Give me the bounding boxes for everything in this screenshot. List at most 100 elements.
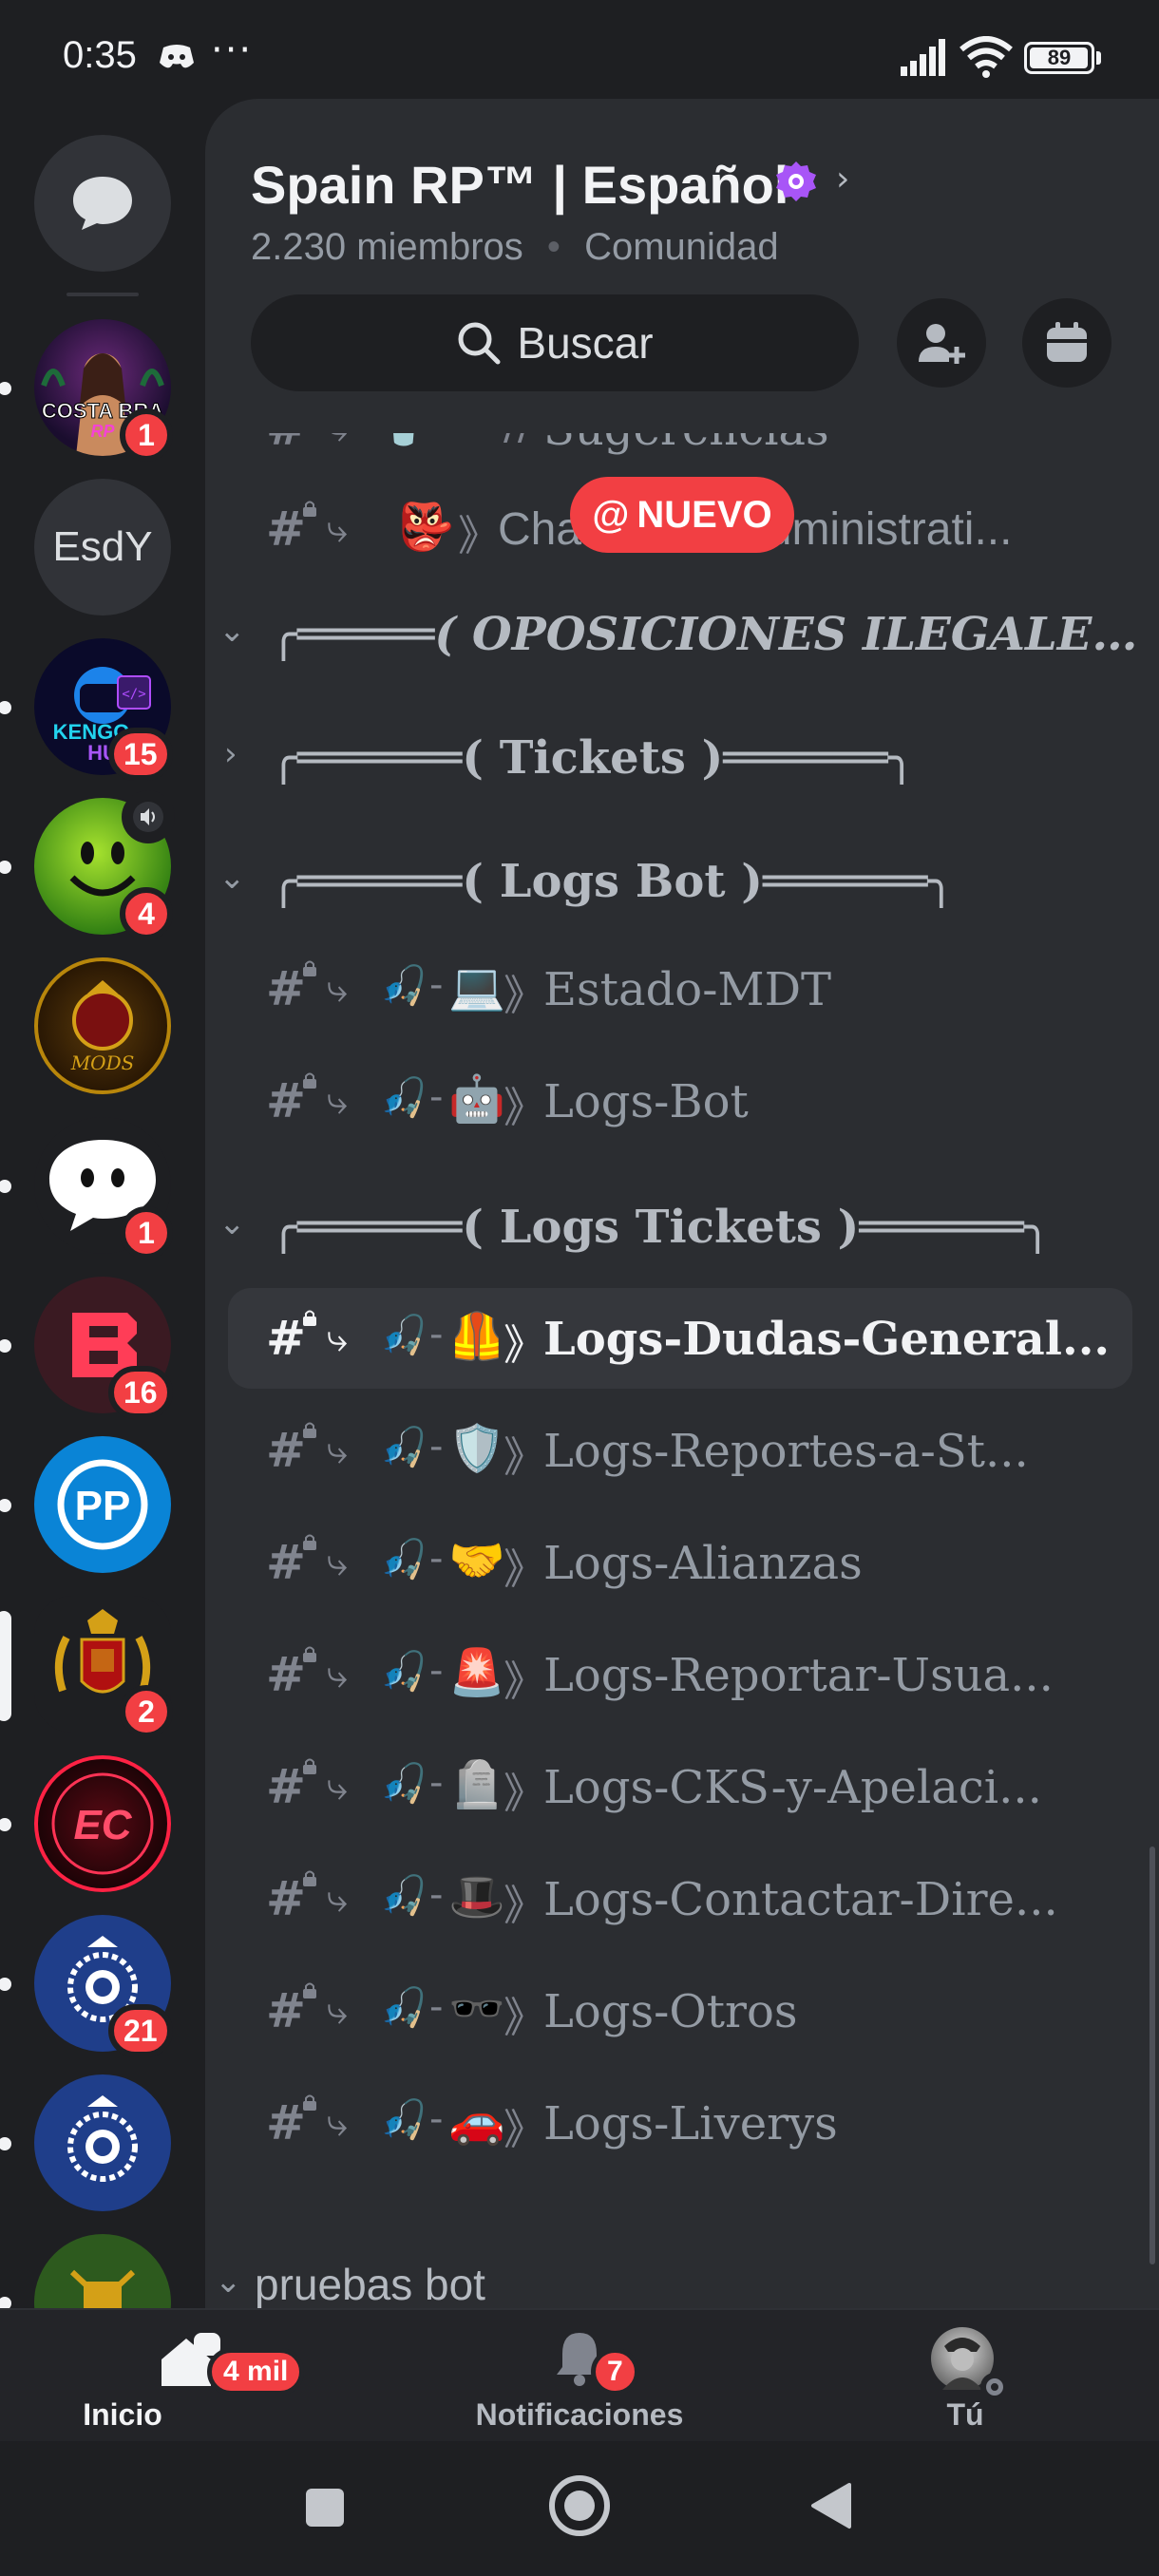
recents-button[interactable] [306, 2489, 344, 2527]
back-button[interactable] [809, 2481, 853, 2530]
locked-channel-icon: # [266, 961, 306, 1016]
nav-notifications-label: Notificaciones [475, 2397, 684, 2432]
unread-indicator [0, 1818, 11, 1831]
battery-level: 89 [1047, 46, 1072, 69]
server-rail: COSTA BRA RP 1 EsdY </> KENGO HU 15 4 MO… [0, 114, 205, 2308]
notifications-badge: 7 [591, 2348, 639, 2396]
channel-logs-bot[interactable]: # ⤷ 🎣 - 🤖 》 Logs-Bot [228, 1051, 1132, 1151]
server-policia-2[interactable] [34, 2074, 171, 2211]
category-oposiciones[interactable]: ⌄ ╭═════( OPOSICIONES ILEGALES )═... [205, 587, 1159, 682]
channel-row[interactable]: # ⤷ 🎣 - 🦺 》 Logs-Dudas-General... [228, 1288, 1132, 1389]
separator-glyph: 》 [458, 512, 500, 560]
branch-arrow: ⤷ [327, 1541, 349, 1584]
mods-crest: MODS [70, 980, 134, 1074]
locked-channel-icon: # [266, 1759, 306, 1814]
lock-icon [303, 1758, 316, 1774]
events-button[interactable] [1022, 298, 1112, 388]
dash: - [429, 1649, 444, 1693]
lock-icon [303, 1310, 316, 1326]
status-time: 0:35 [63, 34, 137, 76]
new-label: NUEVO [636, 493, 772, 536]
separator-glyph: 》 [504, 972, 545, 1020]
locked-channel-icon: # [266, 1871, 306, 1926]
category-logs-tickets[interactable]: ⌄ ╭══════( Logs Tickets )══════╮ [205, 1180, 1159, 1275]
channel-name: Logs-Alianzas [543, 1537, 863, 1590]
locked-channel-icon: # [266, 1073, 306, 1128]
channel-emoji: 💻 [448, 960, 505, 1013]
unread-indicator [0, 1499, 11, 1512]
server-type: Comunidad [584, 226, 779, 268]
locked-channel-icon: # [266, 1983, 306, 2038]
nav-you[interactable]: Tú [823, 2310, 1108, 2443]
nav-home-label: Inicio [83, 2397, 162, 2432]
lock-icon [303, 960, 316, 976]
ec-logo: EC [51, 1772, 154, 1875]
fishing-icon: 🎣 [380, 1650, 428, 1694]
channel-row[interactable]: # ⤷ 🎣 - 🪦 》 Logs-CKS-y-Apelaci... [228, 1736, 1132, 1837]
channel-row[interactable]: # ⤷ 🎣 - 🎩 》 Logs-Contactar-Dire... [228, 1848, 1132, 1949]
mention-badge: 15 [108, 728, 173, 781]
chevron-down-icon: ⌄ [218, 612, 246, 650]
category-name: ╭══════( Tickets )══════╮ [270, 731, 916, 785]
lock-icon [303, 1982, 316, 1998]
server-esdy[interactable]: EsdY [34, 479, 171, 616]
nav-home[interactable]: 4 mil Inicio [49, 2310, 334, 2443]
chevron-down-icon: ⌄ [218, 1204, 246, 1242]
direct-messages-button[interactable] [34, 135, 171, 272]
mention-badge: 2 [120, 1685, 173, 1738]
nav-notifications[interactable]: 7 Notificaciones [437, 2310, 722, 2443]
channel-emoji: 🛡️ [448, 1422, 505, 1475]
server-ec[interactable]: EC [34, 1755, 171, 1892]
scrollbar[interactable] [1150, 1847, 1155, 2264]
battery-tip [1096, 51, 1101, 65]
dash: - [429, 1075, 444, 1119]
separator-glyph: 》 [504, 1770, 545, 1818]
invite-members-button[interactable] [897, 298, 986, 388]
server-name[interactable]: Spain RP™ | Español [251, 154, 788, 216]
branch-arrow: ⤷ [327, 1316, 349, 1360]
branch-arrow: ⤷ [327, 1989, 349, 2033]
unread-indicator [0, 861, 11, 874]
fishing-icon: 🎣 [380, 1076, 428, 1120]
server-guardia[interactable] [34, 2234, 171, 2308]
channel-row[interactable]: # ⤷ 🎣 - 🚨 》 Logs-Reportar-Usua... [228, 1624, 1132, 1725]
channel-estado-mdt[interactable]: # ⤷ 🎣 - 💻 》 Estado-MDT [228, 938, 1132, 1039]
mention-badge: 21 [108, 2004, 173, 2057]
category-tickets[interactable]: › ╭══════( Tickets )══════╮ [205, 710, 1159, 805]
channel-name: Logs-Dudas-General... [543, 1313, 1111, 1366]
mention-badge: 16 [108, 1366, 173, 1419]
channel-row[interactable]: # ⤷ 🎣 - 🤝 》 Logs-Alianzas [228, 1512, 1132, 1613]
home-button[interactable] [549, 2475, 610, 2536]
system-nav-bar [0, 2441, 1159, 2576]
dash: - [429, 1425, 444, 1468]
search-button[interactable]: Buscar [251, 294, 859, 391]
channel-row[interactable]: # ⤷ 🎣 - 🕶️ 》 Logs-Otros [228, 1960, 1132, 2061]
channel-name: Logs-Liverys [543, 2097, 838, 2150]
branch-arrow: ⤷ [327, 1079, 349, 1123]
channel-sugerencias[interactable]: # ⤷ 🥤 // Sugerencias [228, 433, 1132, 479]
channel-name: Logs-Reportes-a-St... [543, 1425, 1029, 1478]
separator-glyph: 》 [504, 1657, 545, 1706]
mention-badge: 1 [120, 408, 173, 462]
separator-glyph: 》 [504, 1882, 545, 1930]
discord-notification-icon [160, 45, 194, 68]
channel-row[interactable]: # ⤷ 🎣 - 🛡️ 》 Logs-Reportes-a-St... [228, 1400, 1132, 1501]
category-name: ╭═════( OPOSICIONES ILEGALES )═... [270, 608, 1144, 661]
channel-emoji: 🤖 [448, 1072, 505, 1126]
server-pp[interactable]: PP [34, 1436, 171, 1573]
chevron-right-icon[interactable]: › [836, 160, 849, 199]
channel-panel: Spain RP™ | Español › 2.230 miembros • C… [205, 99, 1159, 2308]
unread-indicator [0, 2297, 11, 2308]
new-mentions-pill[interactable]: @ NUEVO [570, 477, 794, 553]
category-name: pruebas bot [255, 2260, 485, 2308]
channel-row[interactable]: # ⤷ 🎣 - 🚗 》 Logs-Liverys [228, 2073, 1132, 2173]
category-logs-bot[interactable]: ⌄ ╭══════( Logs Bot )══════╮ [205, 834, 1159, 929]
server-mods[interactable]: MODS [34, 957, 171, 1094]
category-pruebas-bot[interactable]: ⌄ pruebas bot [205, 2238, 1159, 2308]
branch-arrow: ⤷ [327, 507, 349, 551]
rail-divider [66, 293, 139, 296]
dash: - [429, 1761, 444, 1805]
fishing-icon: 🎣 [380, 964, 428, 1008]
chevron-down-icon: ⌄ [215, 2263, 242, 2301]
separator-glyph: 》 [504, 1545, 545, 1594]
